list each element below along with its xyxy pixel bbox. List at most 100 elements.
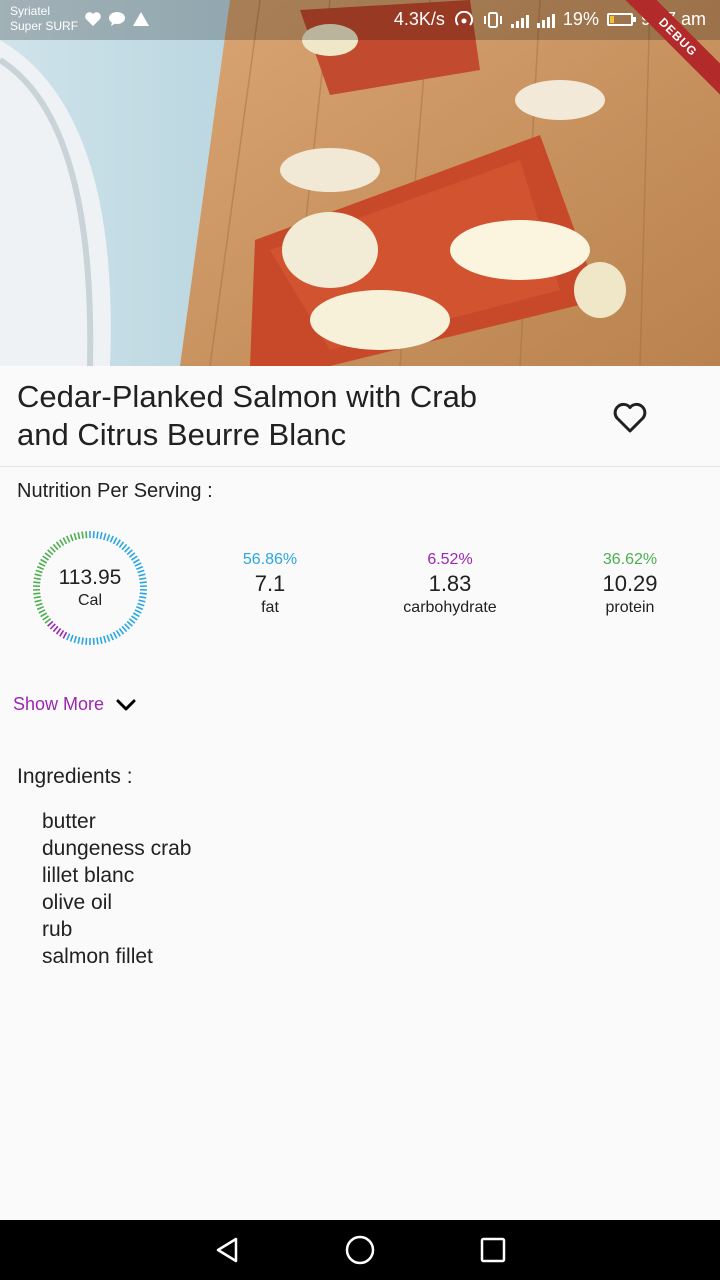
calorie-ring-tick: [126, 620, 133, 627]
calorie-ring-tick: [106, 634, 111, 642]
calorie-ring-tick: [52, 543, 59, 551]
calorie-ring-tick: [42, 615, 49, 621]
calorie-ring-tick: [66, 535, 71, 543]
calorie-unit: Cal: [77, 592, 102, 609]
macro-value: 7.1: [254, 571, 286, 596]
calorie-ring-tick: [112, 631, 118, 639]
calorie-ring-tick: [132, 558, 140, 564]
favorite-button[interactable]: [608, 396, 652, 440]
signal-icon: [510, 12, 529, 28]
ingredients-list: butter dungeness crab lillet blanc olive…: [42, 808, 191, 970]
macro-percent: 56.86%: [242, 551, 298, 568]
calorie-ring-tick: [115, 539, 121, 547]
notification-icons: [84, 11, 150, 27]
system-nav-bar: [0, 1220, 720, 1280]
calorie-ring-tick: [121, 625, 128, 633]
calorie-ring-tick: [106, 534, 111, 542]
ingredient-item: dungeness crab: [42, 837, 192, 860]
recents-square-icon: [480, 1237, 506, 1263]
calorie-ring-tick: [44, 618, 52, 624]
recipe-title: Cedar-Planked Salmon with Crab and Citru…: [17, 378, 557, 454]
chevron-down-icon: [116, 699, 136, 710]
calorie-ring-tick: [109, 633, 114, 641]
calorie-ring-tick: [73, 532, 77, 541]
nav-recents-button[interactable]: [477, 1234, 509, 1266]
recipe-photo: [0, 0, 720, 366]
hotspot-icon: [454, 10, 473, 26]
macro-label: protein: [605, 599, 655, 616]
calorie-ring-tick: [81, 531, 84, 539]
calorie-ring-tick: [55, 541, 62, 549]
ingredient-item: lillet blanc: [42, 864, 135, 887]
calorie-ring-tick: [109, 535, 114, 543]
calorie-ring-tick: [77, 636, 81, 644]
macro-label: carbohydrate: [403, 599, 497, 616]
calorie-ring-tick: [62, 631, 68, 639]
nav-back-button[interactable]: [211, 1234, 243, 1266]
back-triangle-icon: [216, 1237, 238, 1263]
calorie-ring-tick: [99, 636, 103, 644]
calorie-ring-tick: [73, 635, 77, 644]
nutrition-heading: Nutrition Per Serving :: [17, 480, 213, 502]
calorie-ring-tick: [81, 637, 84, 645]
macro-percent: 6.52%: [427, 551, 473, 568]
macro-protein: 36.62% 10.29 protein: [550, 550, 710, 618]
calorie-ring-tick: [49, 546, 56, 553]
carrier-plan: Super SURF: [10, 19, 79, 33]
ingredient-item: salmon fillet: [42, 945, 153, 968]
recipe-header: Cedar-Planked Salmon with Crab and Citru…: [0, 366, 720, 467]
calorie-ring-tick: [44, 552, 52, 558]
calorie-ring-tick: [128, 618, 136, 624]
show-more-label: Show More: [13, 694, 105, 714]
macro-value: 10.29: [602, 571, 658, 596]
calorie-ring-tick: [49, 623, 56, 630]
message-icon: [109, 12, 125, 26]
heartbeat-icon: [85, 12, 101, 26]
calorie-ring-tick: [96, 637, 99, 645]
calorie-ring-tick: [124, 546, 131, 553]
ingredient-item: butter: [42, 810, 96, 833]
recipe-title-line1: Cedar-Planked Salmon with Crab: [17, 379, 478, 414]
calorie-ring-tick: [40, 558, 48, 564]
calorie-ring-tick: [118, 541, 125, 549]
calorie-readout: 113.95 Cal: [30, 565, 150, 611]
calorie-ring-tick: [103, 635, 107, 644]
calorie-ring-tick: [115, 629, 121, 637]
calorie-ring-tick: [96, 531, 99, 539]
home-circle-icon: [345, 1235, 375, 1265]
macro-label: fat: [261, 599, 279, 616]
ingredient-item: olive oil: [42, 891, 113, 914]
calorie-ring-tick: [42, 555, 49, 561]
macro-carbohydrate: 6.52% 1.83 carbohydrate: [370, 550, 530, 618]
calorie-ring-tick: [131, 555, 138, 561]
macro-fat: 56.86% 7.1 fat: [190, 550, 350, 618]
vibrate-icon: [483, 11, 502, 28]
calorie-ring-tick: [99, 532, 103, 540]
calorie-ring-tick: [121, 543, 128, 551]
macro-value: 1.83: [428, 571, 472, 596]
calorie-ring-tick: [132, 612, 140, 618]
calorie-ring-tick: [62, 537, 68, 545]
show-more-button[interactable]: Show More: [13, 694, 138, 715]
calorie-ring-tick: [69, 534, 74, 542]
calorie-ring-tick: [124, 623, 131, 630]
warning-icon: [133, 12, 149, 26]
calorie-ring-tick: [126, 549, 133, 556]
calorie-ring-tick: [112, 537, 118, 545]
calorie-ring-tick: [131, 615, 138, 621]
calorie-ring-tick: [118, 627, 125, 635]
signal-4g-icon: [536, 12, 555, 28]
calorie-ring-tick: [77, 532, 81, 540]
calorie-ring-tick: [59, 539, 65, 547]
calorie-ring-tick: [59, 629, 65, 637]
carrier-name: Syriatel: [10, 4, 51, 18]
macro-percent: 36.62%: [602, 551, 658, 568]
battery-percent: 19%: [562, 9, 599, 29]
heart-outline-icon: [613, 402, 647, 433]
calorie-ring-tick: [55, 627, 62, 635]
calorie-ring-tick: [128, 552, 136, 558]
calorie-ring-tick: [47, 620, 54, 627]
carrier-label: Syriatel Super SURF: [10, 4, 78, 34]
nav-home-button[interactable]: [344, 1234, 376, 1266]
calorie-ring-tick: [40, 612, 48, 618]
